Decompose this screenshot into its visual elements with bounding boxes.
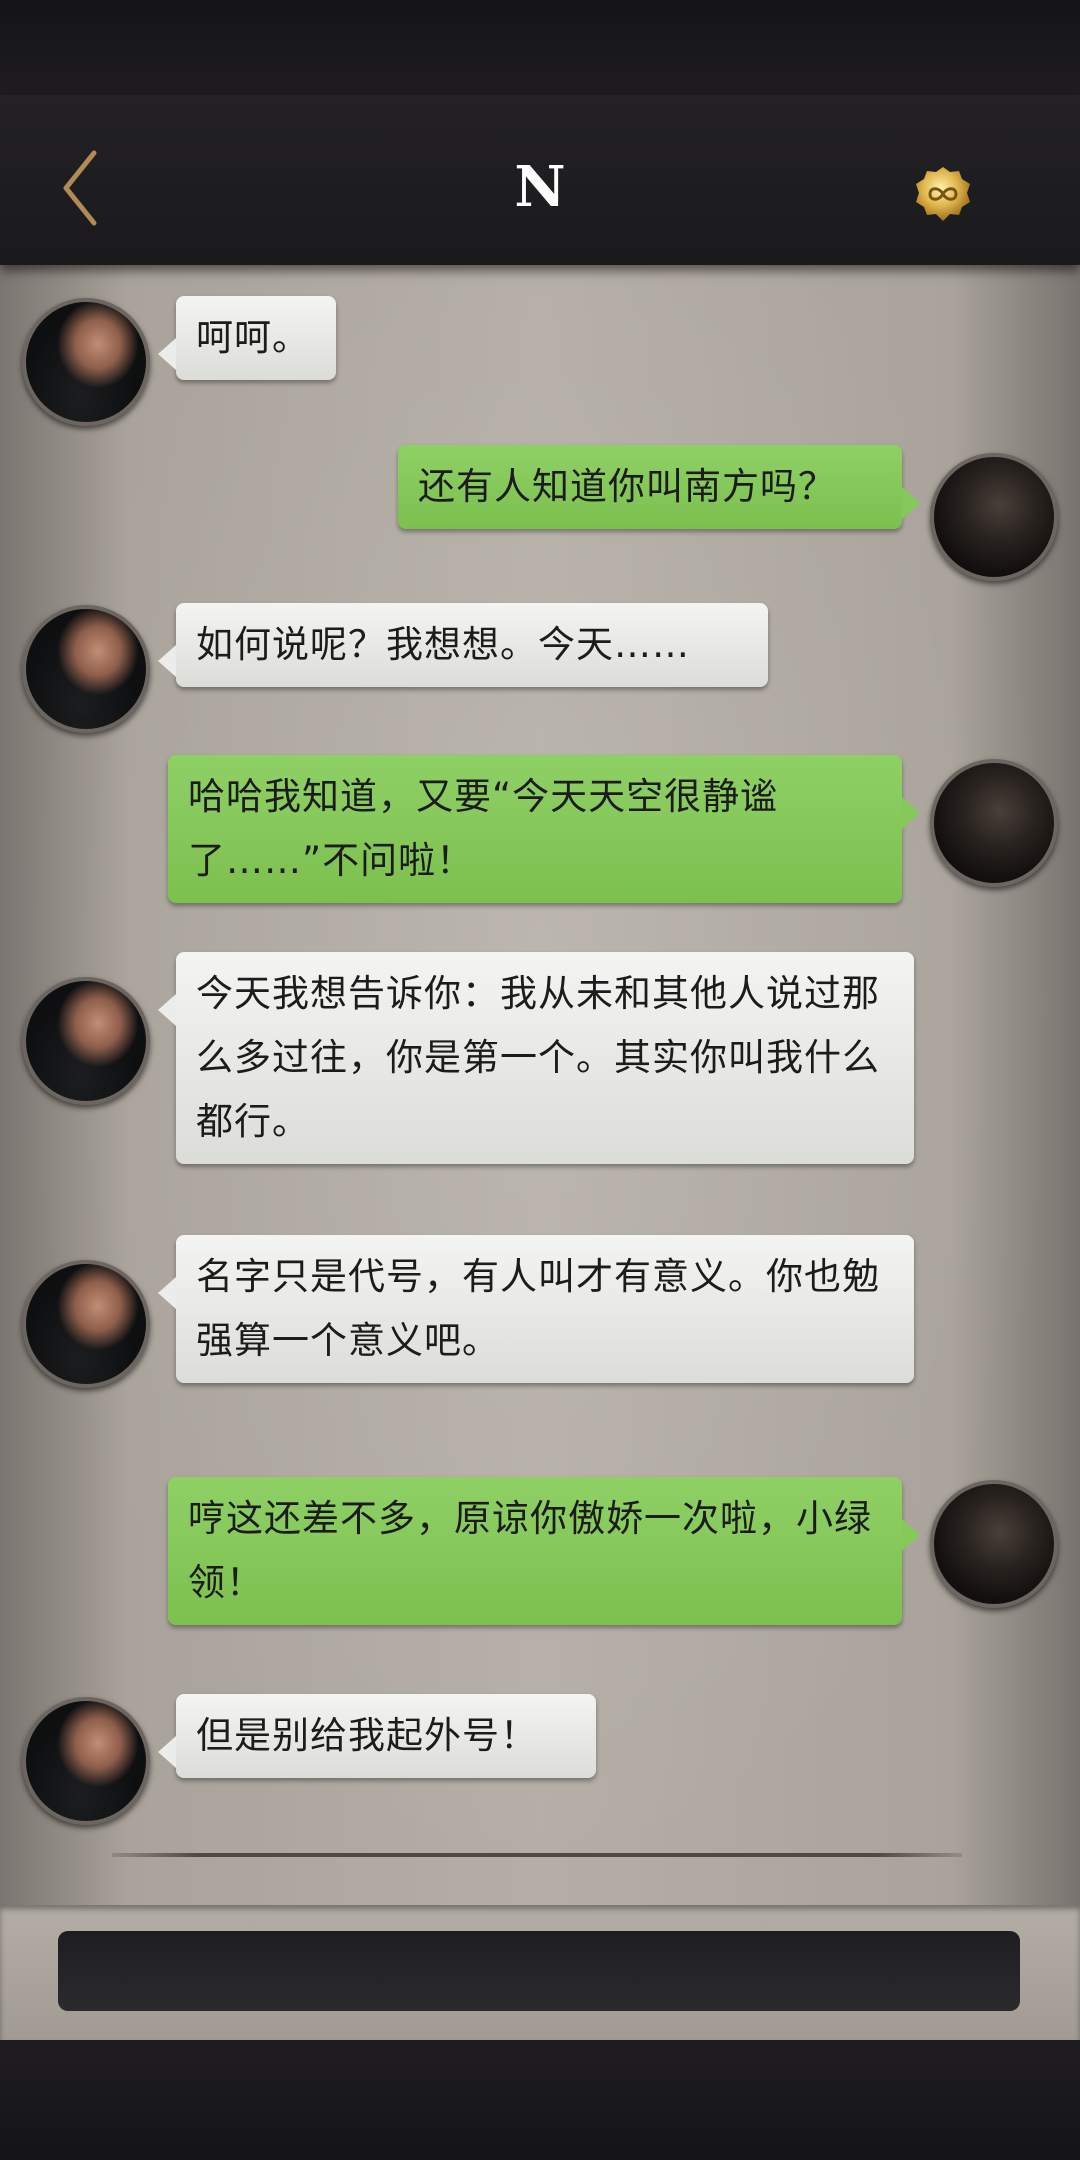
user-avatar[interactable] bbox=[930, 759, 1058, 887]
message-bubble-received: 但是别给我起外号！ bbox=[158, 1694, 596, 1778]
message-bubble-received: 如何说呢？我想想。今天…… bbox=[158, 603, 768, 687]
status-bar bbox=[0, 0, 1080, 95]
message-bubble-received: 呵呵。 bbox=[158, 296, 336, 380]
badge-button[interactable] bbox=[914, 165, 972, 223]
contact-avatar[interactable] bbox=[22, 977, 150, 1105]
system-nav-bar bbox=[0, 2040, 1080, 2160]
chat-area[interactable]: 呵呵。 还有人知道你叫南方吗？ 如何说呢？我想想。今天…… 哈哈我知道，又要“今… bbox=[0, 265, 1080, 1905]
back-button[interactable] bbox=[52, 143, 112, 233]
contact-avatar[interactable] bbox=[22, 1260, 150, 1388]
message-bubble-received: 名字只是代号，有人叫才有意义。你也勉强算一个意义吧。 bbox=[158, 1235, 914, 1383]
divider bbox=[112, 1853, 962, 1857]
input-area bbox=[0, 1905, 1080, 2040]
message-bubble-sent: 哼这还差不多，原谅你傲娇一次啦，小绿领！ bbox=[168, 1477, 920, 1625]
chat-title: N bbox=[514, 154, 566, 220]
chat-header: N bbox=[0, 95, 1080, 265]
chevron-left-icon bbox=[63, 150, 97, 226]
infinity-coin-icon bbox=[916, 167, 970, 221]
user-avatar[interactable] bbox=[930, 1480, 1058, 1608]
message-bubble-received: 今天我想告诉你：我从未和其他人说过那么多过往，你是第一个。其实你叫我什么都行。 bbox=[158, 952, 914, 1164]
message-bubble-sent: 哈哈我知道，又要“今天天空很静谧了……”不问啦！ bbox=[168, 755, 920, 903]
user-avatar[interactable] bbox=[930, 453, 1058, 581]
contact-avatar[interactable] bbox=[22, 298, 150, 426]
message-input[interactable] bbox=[58, 1931, 1020, 2011]
contact-avatar[interactable] bbox=[22, 1697, 150, 1825]
contact-avatar[interactable] bbox=[22, 605, 150, 733]
message-bubble-sent: 还有人知道你叫南方吗？ bbox=[398, 445, 920, 529]
